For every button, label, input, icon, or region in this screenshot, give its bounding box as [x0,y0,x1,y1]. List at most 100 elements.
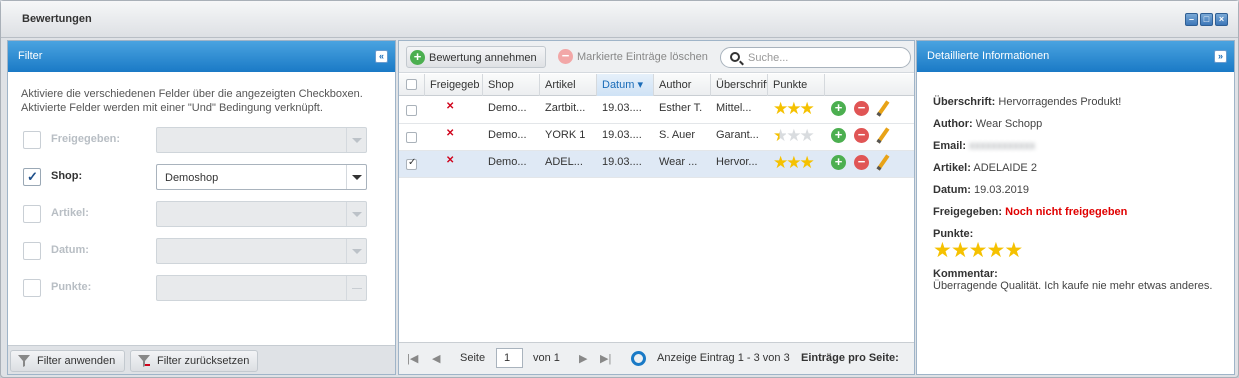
star-full-icon: ★ [968,239,988,262]
chevron-down-icon[interactable] [346,165,366,189]
search-input[interactable]: Suche... [720,47,911,68]
paging-info: Anzeige Eintrag 1 - 3 von 3 [657,352,790,364]
edit-pencil-icon[interactable] [876,100,890,117]
cell-datum: 19.03.... [602,156,642,168]
reset-filter-label: Filter zurücksetzen [157,355,250,367]
refresh-icon[interactable] [631,351,646,366]
detail-headline-label: Überschrift: [933,96,996,108]
grid-header: Freigegeb Shop Artikel Datum ▾ Author Üb… [399,74,914,96]
accept-review-label: Bewertung annehmen [429,52,537,64]
cell-author: Esther T. [659,102,703,114]
sort-desc-icon: ▾ [637,79,643,91]
cell-ueberschrift: Mittel... [716,102,752,114]
collapse-right-icon[interactable]: » [1214,50,1227,63]
detail-article-label: Artikel: [933,162,971,174]
filter-toolbar: Filter anwenden Filter zurücksetzen [8,345,395,374]
delete-row-icon[interactable]: − [854,101,869,116]
star-full-icon: ★ [950,239,970,262]
page-number-input[interactable]: 1 [496,348,523,368]
detail-email: Email: xxxxxxxxxxxx [933,140,1035,152]
detail-headline: Überschrift: Hervorragendes Produkt! [933,96,1121,108]
chevron-down-icon [346,239,366,263]
column-header[interactable]: Überschrift [711,74,768,96]
artikel-label: Artikel: [51,207,89,219]
minimize-icon[interactable]: – [1185,13,1198,26]
accept-row-icon[interactable]: + [831,128,846,143]
detail-date-value: 19.03.2019 [973,184,1030,196]
delete-row-icon[interactable]: − [854,128,869,143]
next-page-icon[interactable]: ▶ [579,352,587,365]
apply-filter-button[interactable]: Filter anwenden [10,350,125,372]
column-header[interactable]: Punkte [768,74,825,96]
star-full-icon: ★ [786,153,801,172]
filter-row-freigegeben: Freigegeben: [23,127,368,153]
detail-author-value: Wear Schopp [975,118,1043,130]
freigegeben-label: Freigegeben: [51,133,121,145]
delete-marked-button[interactable]: − Markierte Einträge löschen [555,46,715,68]
reset-filter-button[interactable]: Filter zurücksetzen [130,350,258,372]
rating-stars: ★★★ [773,153,815,172]
row-checkbox[interactable] [406,132,417,143]
chevron-down-icon [346,128,366,152]
star-full-icon: ★ [1004,239,1023,262]
maximize-icon[interactable]: □ [1200,13,1213,26]
spinner-icon [346,276,366,300]
filter-panel: Filter « Aktiviere die verschiedenen Fel… [7,40,396,375]
datum-select [156,238,367,264]
prev-page-icon[interactable]: ◀ [432,352,440,365]
filter-panel-header: Filter « [8,41,395,72]
artikel-select [156,201,367,227]
rating-stars: ★★★ [773,99,815,118]
apply-filter-label: Filter anwenden [37,355,116,367]
column-header-sorted[interactable]: Datum ▾ [597,74,654,96]
punkte-checkbox[interactable] [23,279,41,297]
plus-icon: + [410,50,425,65]
table-row[interactable]: ✕ Demo... ADEL... 19.03.... Wear ... Hervor..… [399,151,914,178]
artikel-checkbox[interactable] [23,205,41,223]
detail-date: Datum: 19.03.2019 [933,184,1029,196]
accept-row-icon[interactable]: + [831,155,846,170]
detail-author: Author: Wear Schopp [933,118,1042,130]
search-placeholder: Suche... [748,52,789,64]
column-header[interactable]: Author [654,74,711,96]
search-icon [730,52,740,62]
delete-row-icon[interactable]: − [854,155,869,170]
punkte-stepper [156,275,367,301]
edit-pencil-icon[interactable] [876,127,890,144]
cell-author: S. Auer [659,129,696,141]
paging-toolbar: |◀ ◀ Seite 1 von 1 ▶ ▶| Anzeige Eintrag … [399,342,914,374]
select-all-checkbox[interactable] [406,79,417,90]
select-all-column[interactable] [399,74,425,96]
freigegeben-checkbox[interactable] [23,131,41,149]
last-page-icon[interactable]: ▶| [600,352,611,365]
not-released-icon: ✕ [446,128,455,139]
cell-shop: Demo... [488,156,527,168]
column-header[interactable]: Artikel [540,74,597,96]
edit-pencil-icon[interactable] [876,154,890,171]
minus-icon: − [558,49,573,64]
row-checkbox[interactable] [406,105,417,116]
cell-datum: 19.03.... [602,102,642,114]
chevron-down-icon [346,202,366,226]
accept-row-icon[interactable]: + [831,101,846,116]
collapse-left-icon[interactable]: « [375,50,388,63]
star-full-icon: ★ [799,99,815,118]
row-checkbox[interactable] [406,157,417,170]
accept-review-button[interactable]: + Bewertung annehmen [406,46,546,68]
table-row[interactable]: ✕ Demo... YORK 1 19.03.... S. Auer Garant... ★… [399,124,914,151]
shop-checkbox[interactable] [23,168,41,186]
shop-select[interactable]: Demoshop [156,164,367,190]
detail-headline-value: Hervorragendes Produkt! [998,96,1122,108]
freigegeben-select [156,127,367,153]
star-full-icon: ★ [773,153,788,172]
detail-title: Detaillierte Informationen [927,50,1050,62]
close-icon[interactable]: × [1215,13,1228,26]
star-empty-icon: ★ [799,126,815,145]
column-header[interactable]: Shop [483,74,540,96]
first-page-icon[interactable]: |◀ [407,352,418,365]
window-titlebar: Bewertungen – □ × [1,1,1238,38]
datum-checkbox[interactable] [23,242,41,260]
column-header[interactable]: Freigegeb [425,74,483,96]
table-row[interactable]: ✕ Demo... Zartbit... 19.03.... Esther T. Mitt… [399,97,914,124]
cell-ueberschrift: Hervor... [716,156,758,168]
